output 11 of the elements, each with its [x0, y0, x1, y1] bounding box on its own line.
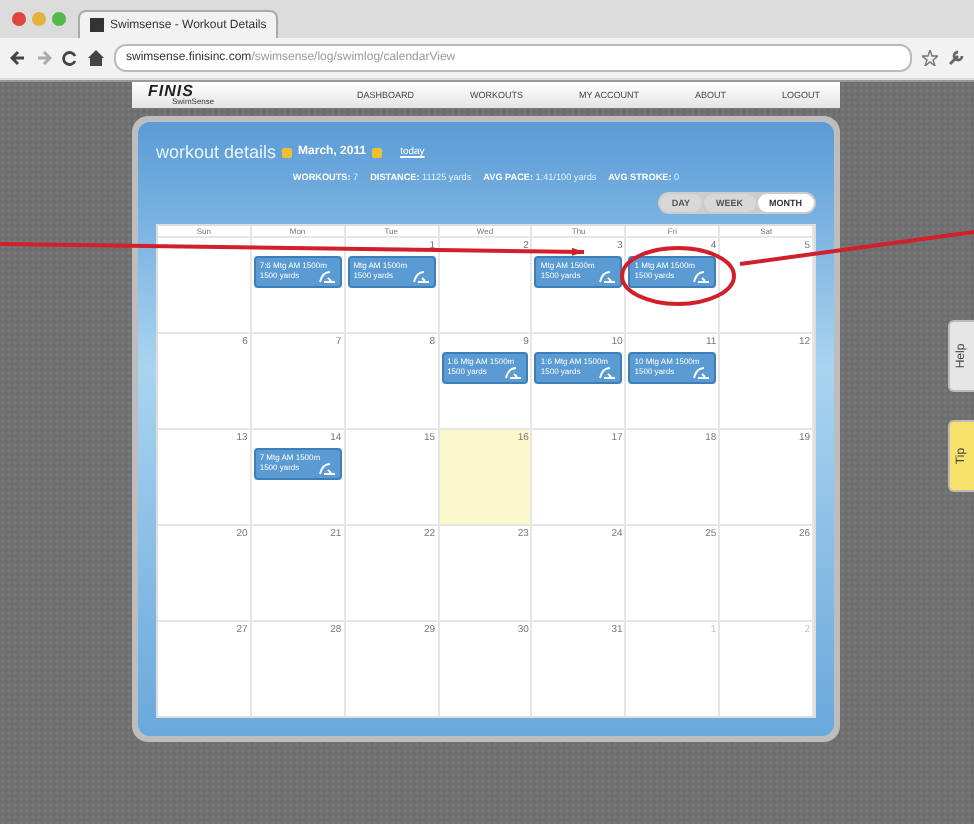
reload-icon[interactable] [62, 50, 78, 66]
logo-text[interactable]: FINIS [148, 84, 215, 100]
close-window-button[interactable] [12, 12, 26, 26]
annotation-circle [620, 246, 736, 306]
page-title: workout details [156, 142, 277, 162]
day-cell[interactable] [158, 236, 252, 332]
forward-icon[interactable] [36, 50, 52, 66]
wrench-icon[interactable] [948, 50, 964, 66]
home-icon[interactable] [88, 50, 104, 66]
back-icon[interactable] [10, 50, 26, 66]
star-icon[interactable] [922, 50, 938, 66]
